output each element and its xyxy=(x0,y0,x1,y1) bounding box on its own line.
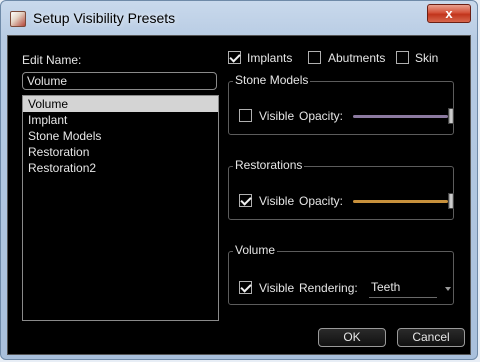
preset-item-restoration[interactable]: Restoration xyxy=(23,144,218,160)
close-icon: x xyxy=(445,6,453,21)
stone-models-title: Stone Models xyxy=(233,73,311,87)
chevron-down-icon[interactable] xyxy=(445,287,451,291)
rendering-select-underline xyxy=(369,297,437,298)
volume-visible-label: Visible xyxy=(259,281,295,295)
stone-models-group: Stone Models Visible Opacity: xyxy=(228,73,454,135)
skin-label: Skin xyxy=(415,51,439,65)
implants-label: Implants xyxy=(247,51,293,65)
restorations-visible-checkbox[interactable] xyxy=(239,194,252,207)
restorations-opacity-track[interactable] xyxy=(353,200,448,203)
window-title: Setup Visibility Presets xyxy=(33,10,176,26)
title-bar[interactable]: Setup Visibility Presets x xyxy=(1,1,477,35)
volume-title: Volume xyxy=(233,243,278,257)
stone-models-visible-label: Visible xyxy=(259,109,295,123)
volume-group: Volume Visible Rendering: Teeth xyxy=(228,243,454,305)
preset-list[interactable]: Volume Implant Stone Models Restoration … xyxy=(22,95,219,321)
abutments-label: Abutments xyxy=(328,51,386,65)
ok-button[interactable]: OK xyxy=(318,328,386,347)
rendering-select[interactable]: Teeth xyxy=(369,263,453,298)
app-icon xyxy=(10,11,26,27)
stone-models-opacity-thumb[interactable] xyxy=(448,108,454,124)
abutments-checkbox[interactable] xyxy=(308,51,321,64)
rendering-select-value: Teeth xyxy=(371,280,401,294)
stone-models-opacity-label: Opacity: xyxy=(299,109,344,123)
volume-visible-checkbox[interactable] xyxy=(239,281,252,294)
dialog-body: Edit Name: Volume Implant Stone Models R… xyxy=(7,35,471,355)
stone-models-visible-checkbox[interactable] xyxy=(239,109,252,122)
implants-checkbox[interactable] xyxy=(228,51,241,64)
restorations-opacity-thumb[interactable] xyxy=(448,193,454,209)
restorations-title: Restorations xyxy=(233,158,305,172)
preset-item-volume[interactable]: Volume xyxy=(23,96,218,112)
skin-checkbox[interactable] xyxy=(396,51,409,64)
close-button[interactable]: x xyxy=(427,4,471,23)
volume-rendering-label: Rendering: xyxy=(299,281,358,295)
preset-item-implant[interactable]: Implant xyxy=(23,112,218,128)
restorations-group: Restorations Visible Opacity: xyxy=(228,158,454,220)
dialog-window: Setup Visibility Presets x Edit Name: Vo… xyxy=(0,0,478,360)
edit-name-input[interactable] xyxy=(22,72,217,90)
cancel-button[interactable]: Cancel xyxy=(397,328,465,347)
preset-item-stone-models[interactable]: Stone Models xyxy=(23,128,218,144)
preset-item-restoration2[interactable]: Restoration2 xyxy=(23,160,218,176)
stone-models-opacity-track[interactable] xyxy=(353,115,448,118)
edit-name-label: Edit Name: xyxy=(22,53,82,67)
restorations-visible-label: Visible xyxy=(259,194,295,208)
restorations-opacity-label: Opacity: xyxy=(299,194,344,208)
